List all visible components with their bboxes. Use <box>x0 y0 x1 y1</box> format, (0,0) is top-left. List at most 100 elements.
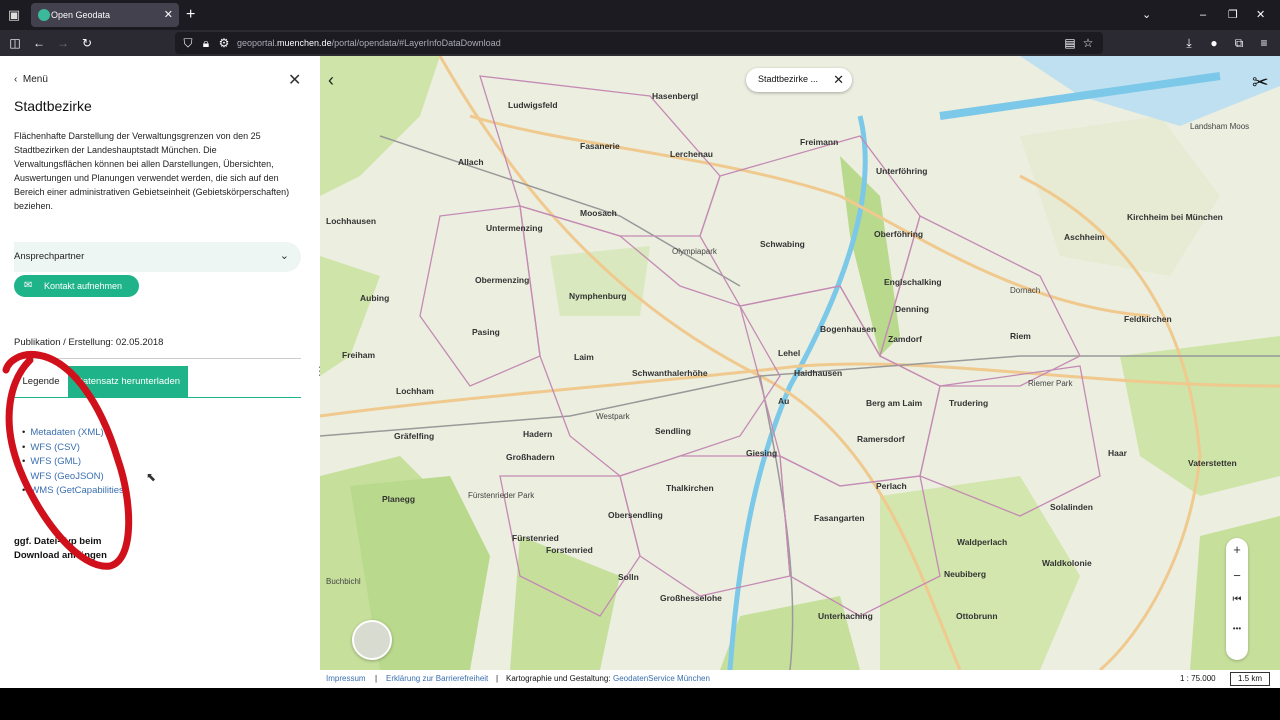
place-label: Lerchenau <box>670 149 713 159</box>
scale-bar: 1.5 km <box>1230 672 1270 686</box>
tab-download[interactable]: Datensatz herunterladen <box>68 366 188 397</box>
tab-overflow-chevron-icon[interactable]: ⌄ <box>1142 6 1151 24</box>
place-label: Aschheim <box>1064 232 1105 242</box>
contact-button[interactable]: ✉ Kontakt aufnehmen <box>14 275 139 297</box>
impressum-link[interactable]: Impressum <box>326 670 366 688</box>
place-label: Unterföhring <box>876 166 928 176</box>
layer-chip-label: Stadtbezirke ... <box>758 74 819 84</box>
place-label: Riem <box>1010 331 1031 341</box>
scale-text[interactable]: 1 : 75.000 <box>1180 670 1216 688</box>
tab-list-icon[interactable]: ▣ <box>6 7 22 23</box>
place-label: Ottobrunn <box>956 611 998 621</box>
reset-view-icon[interactable]: ⏮ <box>1226 594 1248 605</box>
place-label: Fürstenried <box>512 533 559 543</box>
lock-icon[interactable]: 🔒︎ <box>197 34 215 52</box>
reload-icon[interactable]: ↻ <box>78 34 96 52</box>
new-tab-button[interactable]: + <box>186 5 195 25</box>
minimize-icon[interactable]: – <box>1200 6 1206 24</box>
tab-title: Open Geodata <box>51 10 111 20</box>
place-label: Unterhaching <box>818 611 873 621</box>
contact-accordion[interactable]: Ansprechpartner ⌄ <box>14 242 301 272</box>
place-label: Schwanthalerhöhe <box>632 368 708 378</box>
menu-icon[interactable]: ≡ <box>1255 34 1273 52</box>
place-label: Obersendling <box>608 510 663 520</box>
more-options-button[interactable]: ••• <box>1226 624 1248 633</box>
place-label: Freimann <box>800 137 839 147</box>
permissions-icon[interactable]: ⚙ <box>215 34 233 52</box>
close-panel-icon[interactable]: ✕ <box>288 70 301 90</box>
download-link-metadata[interactable]: Metadaten (XML) <box>22 426 127 441</box>
place-label: Planegg <box>382 494 416 504</box>
place-label: Oberföhring <box>874 229 924 239</box>
place-label: Fasanerie <box>580 141 620 151</box>
reader-view-icon[interactable]: ▤ <box>1061 34 1079 52</box>
back-to-menu-link[interactable]: ‹ Menü <box>14 74 48 85</box>
remove-layer-icon[interactable]: ✕ <box>833 72 844 88</box>
download-link-geojson[interactable]: WFS (GeoJSON) <box>22 470 127 485</box>
carto-link[interactable]: GeodatenService München <box>613 670 710 688</box>
place-label: Waldkolonie <box>1042 558 1092 568</box>
forward-arrow-icon[interactable]: → <box>54 34 72 52</box>
tab-bar: ▣ Open Geodata ✕ + ⌄ – ❐ ✕ <box>0 0 1280 30</box>
browser-tab[interactable]: Open Geodata ✕ <box>31 3 179 27</box>
place-label: Haar <box>1108 448 1127 458</box>
place-label: Neubiberg <box>944 569 987 579</box>
place-label: Großhesselohe <box>660 593 722 603</box>
shield-icon[interactable]: ⛉ <box>179 34 197 52</box>
map-view[interactable]: Hasenbergl Ludwigsfeld Fasanerie Lerchen… <box>320 56 1280 670</box>
layer-description: Flächenhafte Darstellung der Verwaltungs… <box>14 131 290 211</box>
restore-icon[interactable]: ❐ <box>1228 6 1238 24</box>
browser-window: ▣ Open Geodata ✕ + ⌄ – ❐ ✕ ◫ ← → ↻ ⛉ 🔒︎ … <box>0 0 1280 688</box>
accessibility-link[interactable]: Erklärung zur Barrierefreiheit <box>386 670 488 688</box>
place-label: Lehel <box>778 348 801 358</box>
place-label: Gräfelfing <box>394 431 435 441</box>
overview-map-button[interactable] <box>352 620 392 660</box>
sidebar-toggle-icon[interactable]: ◫ <box>6 34 24 52</box>
place-label: Lochham <box>396 386 434 396</box>
place-label: Feldkirchen <box>1124 314 1172 324</box>
map-back-chevron-icon[interactable]: ‹ <box>328 70 334 91</box>
footer-separator: | <box>375 674 378 683</box>
place-label: Moosach <box>580 208 617 218</box>
page-title: Stadtbezirke <box>14 98 92 114</box>
tab-legend[interactable]: Legende <box>14 366 68 397</box>
place-label: Untermenzing <box>486 223 543 233</box>
bookmark-star-icon[interactable]: ☆ <box>1079 34 1097 52</box>
layer-info-panel: ‹ Menü ✕ Stadtbezirke Flächenhafte Darst… <box>0 56 326 688</box>
place-label: Kirchheim bei München <box>1127 212 1223 222</box>
zoom-in-button[interactable]: + <box>1226 542 1248 557</box>
place-label: Laim <box>574 352 594 362</box>
place-label: Großhadern <box>506 452 555 462</box>
url-text: geoportal.muenchen.de/portal/opendata/#L… <box>237 38 501 48</box>
place-label: Fasangarten <box>814 513 865 523</box>
map-background <box>320 56 1280 670</box>
download-link-gml[interactable]: WFS (GML) <box>22 455 127 470</box>
place-label: Solln <box>618 572 639 582</box>
place-label: Schwabing <box>760 239 805 249</box>
place-label: Lochhausen <box>326 216 377 226</box>
place-label: Forstenried <box>546 545 593 555</box>
back-arrow-icon[interactable]: ← <box>30 34 48 52</box>
place-label: Hasenbergl <box>652 91 699 101</box>
place-label: Dornach <box>1010 286 1041 295</box>
place-label: Perlach <box>876 481 907 491</box>
map-controls: + − ⏮ ••• <box>1226 538 1248 660</box>
window-close-icon[interactable]: ✕ <box>1256 6 1265 24</box>
footer-separator: | <box>496 674 499 683</box>
place-label: Giesing <box>746 448 778 458</box>
downloads-icon[interactable]: ⤓ <box>1180 34 1198 52</box>
address-bar[interactable]: ⛉ 🔒︎ ⚙ geoportal.muenchen.de/portal/open… <box>175 32 1103 54</box>
info-tabs: Legende Datensatz herunterladen <box>14 366 301 398</box>
tab-close-icon[interactable]: ✕ <box>164 7 173 23</box>
extensions-icon[interactable]: ⧉ <box>1230 34 1248 52</box>
carto-label: Kartographie und Gestaltung: <box>506 674 611 683</box>
active-layer-chip[interactable]: Stadtbezirke ... ✕ <box>746 68 852 92</box>
site-favicon-icon <box>38 9 50 21</box>
account-icon[interactable]: ● <box>1205 34 1223 52</box>
download-link-csv[interactable]: WFS (CSV) <box>22 441 127 456</box>
zoom-out-button[interactable]: − <box>1226 568 1248 583</box>
download-link-wms[interactable]: WMS (GetCapabilities) <box>22 484 127 499</box>
black-bar <box>0 688 1280 720</box>
tools-icon[interactable]: ✂ <box>1252 70 1269 95</box>
place-label: Berg am Laim <box>866 398 923 408</box>
